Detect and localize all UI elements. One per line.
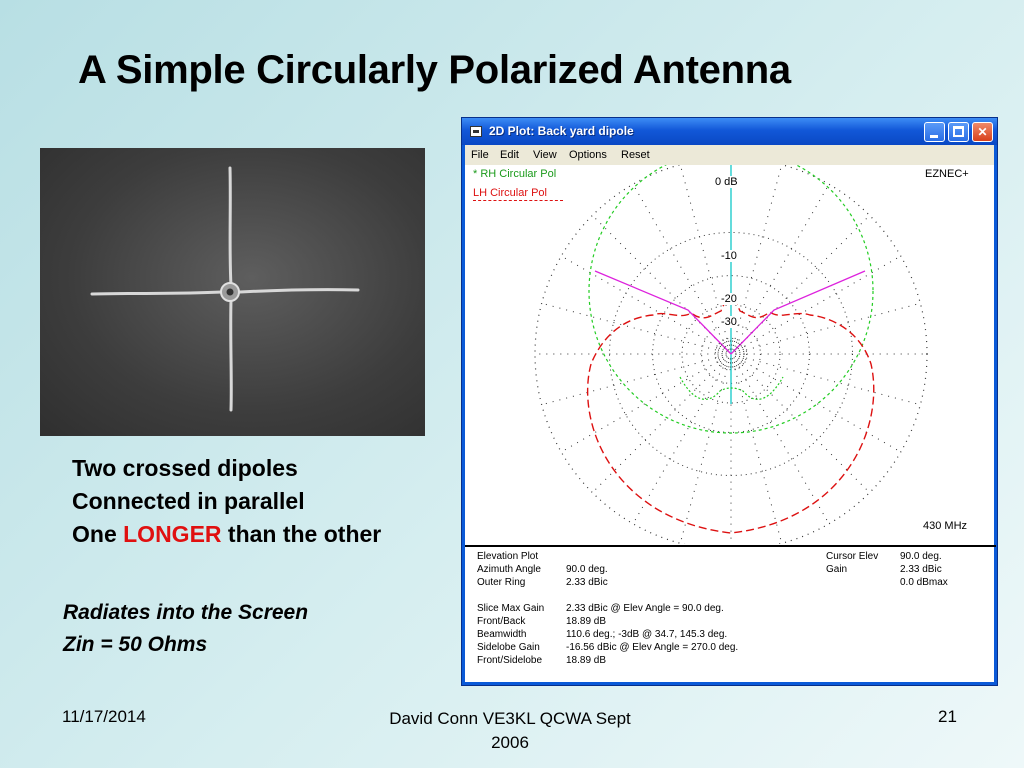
radial-spoke	[746, 357, 921, 406]
info-value: 18.89 dB	[566, 655, 607, 666]
window-title: 2D Plot: Back yard dipole	[489, 124, 634, 138]
beamwidth-line-left	[594, 270, 732, 355]
minimize-button[interactable]	[924, 122, 945, 142]
bullet-item: Connected in parallel	[72, 488, 305, 514]
info-label: Cursor Elev	[826, 551, 879, 562]
radial-spoke	[734, 165, 783, 339]
close-button[interactable]	[972, 122, 993, 142]
info-value: 2.33 dBic	[900, 564, 942, 575]
emphasis-text: LONGER	[123, 521, 222, 547]
footer-author: David Conn VE3KL QCWA Sept 2006	[340, 707, 680, 755]
info-value: -16.56 dBic @ Elev Angle = 270.0 deg.	[566, 642, 739, 653]
radial-spoke	[734, 369, 783, 544]
legend-lh-label: LH Circular Pol	[473, 187, 547, 199]
footer-page-number: 21	[938, 707, 957, 726]
menu-bar: File Edit View Options Reset	[465, 145, 994, 165]
bullet-item: One LONGER than the other	[72, 518, 381, 551]
info-label: Azimuth Angle	[477, 564, 541, 575]
info-label: Front/Sidelobe	[477, 655, 543, 666]
polar-plot[interactable]: * RH Circular Pol LH Circular Pol EZNEC+…	[465, 165, 996, 544]
info-label: Gain	[826, 564, 848, 575]
radial-spoke	[632, 367, 724, 524]
info-label: Outer Ring	[477, 577, 526, 588]
bullet-item: Two crossed dipoles	[72, 455, 298, 481]
radial-spoke	[738, 367, 830, 524]
radial-spoke	[592, 364, 721, 493]
legend-rh: * RH Circular Pol	[473, 168, 557, 180]
radial-spoke	[679, 369, 728, 544]
info-value: 18.89 dB	[566, 616, 607, 627]
info-value: 2.33 dBic @ Elev Angle = 90.0 deg.	[566, 603, 724, 614]
plot-window: 2D Plot: Back yard dipole File Edit View…	[461, 117, 998, 686]
info-value: 90.0 deg.	[900, 551, 942, 562]
note-line: Radiates into the Screen	[63, 601, 309, 624]
menu-file[interactable]: File	[471, 149, 489, 161]
window-titlebar[interactable]: 2D Plot: Back yard dipole	[462, 118, 997, 145]
info-label: Sidelobe Gain	[477, 642, 540, 653]
slide-title: A Simple Circularly Polarized Antenna	[78, 48, 791, 92]
radial-spoke	[561, 255, 718, 347]
info-label: Slice Max Gain	[477, 603, 545, 614]
bullet-list: Two crossed dipoles Connected in paralle…	[72, 452, 381, 551]
menu-edit[interactable]: Edit	[500, 149, 519, 161]
legend-rh-label: RH Circular Pol	[480, 168, 557, 180]
info-value: 110.6 deg.; -3dB @ 34.7, 145.3 deg.	[566, 629, 728, 640]
crossed-dipole-image	[90, 166, 360, 412]
info-label: Beamwidth	[477, 629, 527, 640]
info-value: 0.0 dBmax	[900, 577, 948, 588]
brand-label: EZNEC+	[925, 168, 969, 180]
bullet-text: than the other	[221, 521, 382, 547]
radial-spoke	[541, 357, 716, 406]
radial-spoke	[541, 302, 716, 351]
info-label: Elevation Plot	[477, 551, 539, 562]
info-value: 2.33 dBic	[566, 577, 608, 588]
bullet-text: One	[72, 521, 124, 547]
ring-label-20: -20	[721, 293, 737, 305]
radial-spoke	[741, 364, 870, 493]
menu-reset[interactable]: Reset	[621, 149, 650, 161]
window-client: * RH Circular Pol LH Circular Pol EZNEC+…	[465, 165, 996, 682]
radial-spoke	[679, 165, 728, 339]
info-value: 90.0 deg.	[566, 564, 608, 575]
note-line: Zin = 50 Ohms	[63, 633, 208, 656]
window-app-icon[interactable]	[470, 126, 482, 137]
frequency-label: 430 MHz	[923, 520, 968, 532]
maximize-button[interactable]	[948, 122, 969, 142]
radial-spoke	[744, 255, 901, 347]
legend-lh-line	[473, 200, 563, 201]
plot-info-panel: Elevation Plot Azimuth Angle Outer Ring …	[465, 545, 996, 682]
radial-spoke	[744, 361, 901, 453]
ring-label-30: -30	[721, 316, 737, 328]
ring-label-10: -10	[721, 250, 737, 262]
footer-author-line: David Conn VE3KL QCWA Sept	[389, 709, 631, 728]
footer-date: 11/17/2014	[62, 707, 146, 726]
notes: Radiates into the Screen Zin = 50 Ohms	[63, 597, 308, 661]
info-label: Front/Back	[477, 616, 526, 627]
radial-spoke	[561, 361, 718, 453]
menu-view[interactable]: View	[533, 149, 557, 161]
footer-author-line: 2006	[491, 733, 529, 752]
menu-options[interactable]: Options	[569, 149, 607, 161]
radial-spoke	[746, 302, 921, 351]
polar-plot-canvas[interactable]	[465, 165, 996, 544]
antenna-photo	[40, 148, 425, 436]
ring-label-0db: 0 dB	[715, 176, 738, 188]
